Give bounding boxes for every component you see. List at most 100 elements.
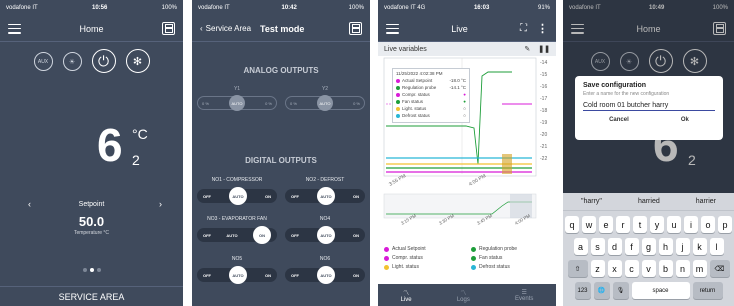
aux-icon[interactable]: AUX <box>33 52 53 71</box>
top-bar: ‹ Service Area Test mode <box>192 16 370 42</box>
analog-output-y2-slider[interactable]: 0 % AUTO 0 % <box>285 95 365 111</box>
key-y[interactable]: y <box>650 216 664 233</box>
key-w[interactable]: w <box>582 216 596 233</box>
toggle-auto-option[interactable]: AUTO <box>226 233 237 238</box>
backspace-key[interactable]: ⌫ <box>709 260 730 277</box>
back-button[interactable]: ‹ Service Area Test mode <box>200 24 304 34</box>
save-icon[interactable] <box>349 22 362 35</box>
digital-output-no2-toggle[interactable]: OFF AUTO ON <box>285 187 365 205</box>
space-key[interactable]: space <box>631 282 690 299</box>
defrost-icon[interactable]: ✻ <box>125 49 150 73</box>
key-k[interactable]: k <box>692 238 707 255</box>
key-e[interactable]: e <box>599 216 613 233</box>
digital-output-no5-toggle[interactable]: OFF AUTO ON <box>197 266 277 284</box>
legend-item[interactable]: Actual Setpoint <box>384 246 467 252</box>
legend-item[interactable]: Regulation probe <box>471 246 554 252</box>
toggle-on-option[interactable]: ON <box>265 273 271 278</box>
cancel-button[interactable]: Cancel <box>609 117 629 123</box>
digital-output-no6-toggle[interactable]: OFF AUTO ON <box>285 266 365 284</box>
suggestion[interactable]: harried <box>638 198 660 205</box>
key-l[interactable]: l <box>709 238 724 255</box>
on-screen-keyboard: "harry" harried harrier qwertyuiop asdfg… <box>563 193 734 306</box>
toggle-on-option[interactable]: ON <box>353 273 359 278</box>
key-o[interactable]: o <box>701 216 715 233</box>
battery-label: 91% <box>537 5 550 11</box>
toggle-on-option[interactable]: ON <box>353 233 359 238</box>
edit-icon[interactable]: ✎ <box>524 45 530 53</box>
shift-key[interactable]: ⇧ <box>567 260 588 277</box>
legend-item[interactable]: Light. status <box>384 264 467 270</box>
carrier-label: vodafone IT <box>198 5 230 11</box>
ok-button[interactable]: Ok <box>681 117 689 123</box>
tab-events[interactable]: ☰ Events <box>515 289 533 302</box>
key-h[interactable]: h <box>658 238 673 255</box>
return-key[interactable]: return <box>692 282 723 299</box>
suggestion[interactable]: "harry" <box>581 198 602 205</box>
key-m[interactable]: m <box>692 260 707 277</box>
toggle-off-option[interactable]: OFF <box>291 233 299 238</box>
hamburger-menu-icon[interactable] <box>386 23 399 34</box>
key-q[interactable]: q <box>565 216 579 233</box>
toggle-auto-option[interactable]: AUTO <box>317 226 335 244</box>
tooltip-series-name: Compr. status <box>402 91 430 97</box>
legend-item[interactable]: Compr. status <box>384 255 467 261</box>
more-options-icon[interactable]: ⋮ <box>537 22 548 35</box>
pause-icon[interactable]: ❚❚ <box>538 45 550 53</box>
toggle-on-option[interactable]: ON <box>265 194 271 199</box>
key-r[interactable]: r <box>616 216 630 233</box>
slider-knob[interactable]: AUTO <box>229 95 245 111</box>
key-x[interactable]: x <box>607 260 622 277</box>
toggle-off-option[interactable]: OFF <box>203 194 211 199</box>
key-g[interactable]: g <box>641 238 656 255</box>
configuration-name-input[interactable]: Cold room 01 butcher harry <box>583 102 715 111</box>
tab-live[interactable]: 〽 Live <box>401 288 412 303</box>
key-u[interactable]: u <box>667 216 681 233</box>
key-v[interactable]: v <box>641 260 656 277</box>
key-t[interactable]: t <box>633 216 647 233</box>
globe-icon[interactable]: 🌐 <box>593 282 610 299</box>
save-icon[interactable] <box>161 22 175 35</box>
toggle-off-option[interactable]: OFF <box>203 273 211 278</box>
key-i[interactable]: i <box>684 216 698 233</box>
legend-item[interactable]: Fan status <box>471 255 554 261</box>
toggle-on-option[interactable]: ON <box>353 194 359 199</box>
key-n[interactable]: n <box>675 260 690 277</box>
hamburger-menu-icon[interactable] <box>8 23 21 34</box>
key-a[interactable]: a <box>573 238 588 255</box>
toggle-off-option[interactable]: OFF <box>291 194 299 199</box>
key-f[interactable]: f <box>624 238 639 255</box>
toggle-off-option[interactable]: OFF <box>203 233 211 238</box>
digital-output-no3-toggle[interactable]: OFF AUTO ON <box>197 226 277 244</box>
chart-icon: 〽 <box>460 290 467 297</box>
toggle-auto-option[interactable]: AUTO <box>317 187 335 205</box>
tab-logs[interactable]: 〽 Logs <box>457 288 470 303</box>
y-tick-label: -16 <box>540 84 547 90</box>
key-j[interactable]: j <box>675 238 690 255</box>
fullscreen-icon[interactable]: ⛶ <box>520 23 527 34</box>
digital-output-label: NO3 - EVAPORATOR FAN <box>207 216 267 222</box>
key-z[interactable]: z <box>590 260 605 277</box>
digital-output-no4-toggle[interactable]: OFF AUTO ON <box>285 226 365 244</box>
setpoint-value[interactable]: 50.0 <box>0 214 183 229</box>
suggestion[interactable]: harrier <box>696 198 716 205</box>
light-icon[interactable]: ☀ <box>62 52 82 71</box>
digital-output-no1-toggle[interactable]: OFF AUTO ON <box>197 187 277 205</box>
toggle-auto-option[interactable]: AUTO <box>229 266 247 284</box>
power-icon[interactable]: ⏻ <box>91 49 116 73</box>
toggle-on-option[interactable]: ON <box>252 226 271 244</box>
key-c[interactable]: c <box>624 260 639 277</box>
slider-knob[interactable]: AUTO <box>317 95 333 111</box>
dialog-title: Save configuration <box>583 82 647 89</box>
key-s[interactable]: s <box>590 238 605 255</box>
key-d[interactable]: d <box>607 238 622 255</box>
toggle-off-option[interactable]: OFF <box>291 273 299 278</box>
numbers-key[interactable]: 123 <box>574 282 591 299</box>
service-area-button[interactable]: SERVICE AREA <box>0 286 183 306</box>
toggle-auto-option[interactable]: AUTO <box>229 187 247 205</box>
key-p[interactable]: p <box>718 216 732 233</box>
microphone-icon[interactable]: 🎙 <box>612 282 629 299</box>
toggle-auto-option[interactable]: AUTO <box>317 266 335 284</box>
legend-item[interactable]: Defrost status <box>471 264 554 270</box>
key-b[interactable]: b <box>658 260 673 277</box>
analog-output-y1-slider[interactable]: 0 % AUTO 0 % <box>197 95 277 111</box>
